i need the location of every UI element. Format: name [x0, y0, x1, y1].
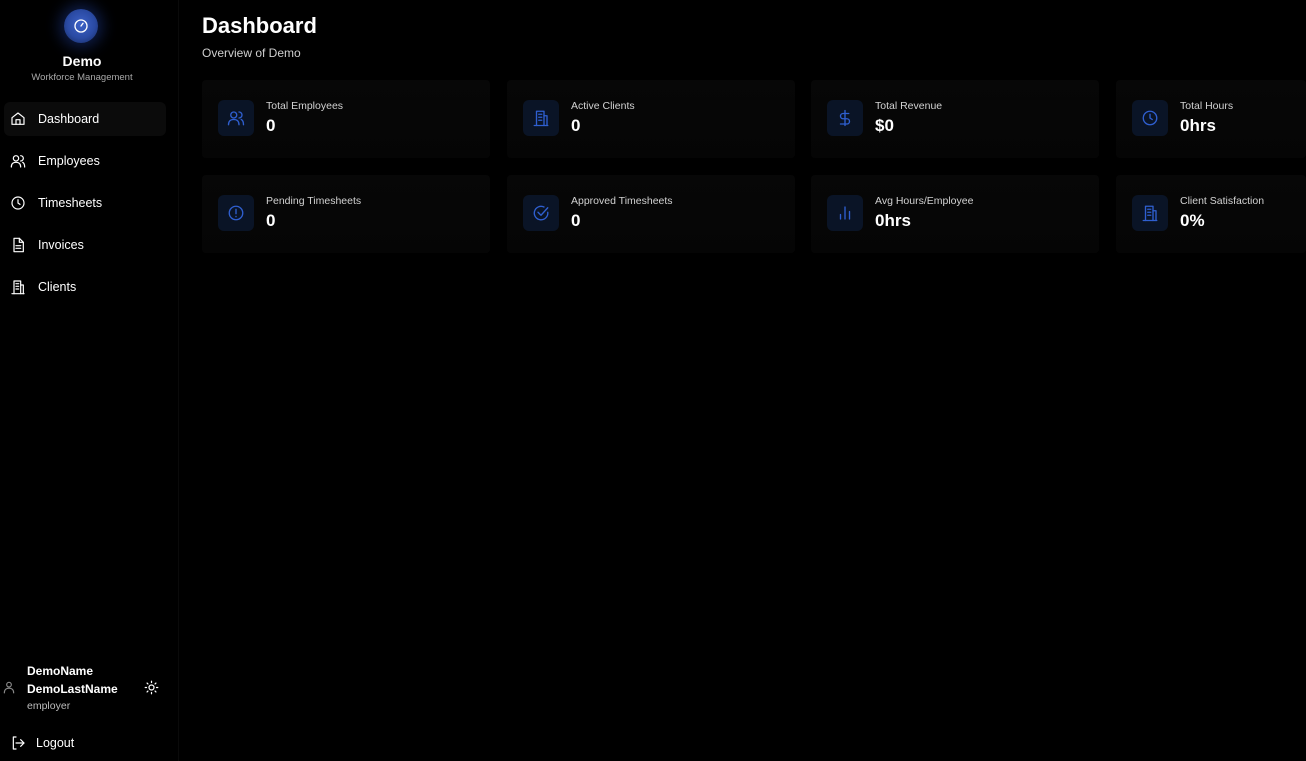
stat-value: 0 — [266, 116, 276, 135]
stat-card-client-satisfaction: Client Satisfaction 0% — [1116, 175, 1306, 253]
building-icon — [10, 279, 26, 295]
user-role: employer — [27, 700, 71, 712]
sidebar-item-label: Employees — [38, 154, 100, 168]
stat-label: Total Employees — [266, 100, 344, 112]
user-icon — [2, 680, 16, 694]
stat-value: 0 — [571, 116, 581, 135]
sidebar-item-timesheets[interactable]: Timesheets — [4, 186, 166, 220]
logout-icon — [10, 735, 26, 751]
stat-label: Total Revenue — [875, 100, 943, 112]
sidebar-item-invoices[interactable]: Invoices — [4, 228, 166, 262]
brand-subtitle: Workforce Management — [31, 72, 133, 83]
stat-value: 0% — [1180, 211, 1205, 230]
stat-card-total-hours: Total Hours 0hrs — [1116, 80, 1306, 158]
clock-icon — [1132, 100, 1168, 136]
stat-card-active-clients: Active Clients 0 — [507, 80, 795, 158]
stat-value: 0hrs — [875, 211, 911, 230]
check-circle-icon — [523, 195, 559, 231]
building-icon — [1132, 195, 1168, 231]
users-icon — [10, 153, 26, 169]
stat-card-total-revenue: Total Revenue $0 — [811, 80, 1099, 158]
stat-card-pending-timesheets: Pending Timesheets 0 — [202, 175, 490, 253]
sidebar-item-employees[interactable]: Employees — [4, 144, 166, 178]
stat-value: 0 — [266, 211, 276, 230]
sidebar: Demo Workforce Management Dashboard Empl… — [0, 0, 179, 761]
sidebar-item-label: Dashboard — [38, 112, 100, 126]
stat-label: Avg Hours/Employee — [875, 195, 974, 207]
main-content: Dashboard Overview of Demo Total Employe… — [178, 0, 1306, 761]
stat-label: Approved Timesheets — [571, 195, 673, 207]
stat-label: Total Hours — [1180, 100, 1234, 112]
user-first-name: DemoName — [27, 664, 94, 678]
stat-label: Pending Timesheets — [266, 195, 362, 207]
app: Demo Workforce Management Dashboard Empl… — [0, 0, 1306, 761]
file-text-icon — [10, 237, 26, 253]
logout-label: Logout — [36, 736, 75, 750]
stat-value: $0 — [875, 116, 894, 135]
user-profile: DemoName DemoLastName employer — [0, 660, 178, 720]
user-last-name: DemoLastName — [27, 682, 118, 696]
page-title: Dashboard — [202, 13, 317, 38]
sun-icon[interactable] — [144, 680, 159, 695]
logout-button[interactable]: Logout — [4, 731, 74, 755]
stat-label: Client Satisfaction — [1180, 195, 1265, 207]
alert-circle-icon — [218, 195, 254, 231]
brand-title: Demo — [62, 53, 102, 69]
dollar-icon — [827, 100, 863, 136]
sidebar-item-label: Invoices — [38, 238, 84, 252]
users-icon — [218, 100, 254, 136]
home-icon — [10, 111, 26, 127]
stat-card-avg-hours: Avg Hours/Employee 0hrs — [811, 175, 1099, 253]
page-subtitle: Overview of Demo — [202, 46, 301, 60]
sidebar-item-dashboard[interactable]: Dashboard — [4, 102, 166, 136]
stat-card-approved-timesheets: Approved Timesheets 0 — [507, 175, 795, 253]
building-icon — [523, 100, 559, 136]
sidebar-item-label: Timesheets — [38, 196, 103, 210]
bar-chart-icon — [827, 195, 863, 231]
stat-card-total-employees: Total Employees 0 — [202, 80, 490, 158]
sidebar-item-clients[interactable]: Clients — [4, 270, 166, 304]
stat-value: 0hrs — [1180, 116, 1216, 135]
stat-label: Active Clients — [571, 100, 635, 112]
sidebar-item-label: Clients — [38, 280, 77, 294]
clock-icon — [10, 195, 26, 211]
clock-logo-icon — [64, 9, 98, 43]
stat-value: 0 — [571, 211, 581, 230]
